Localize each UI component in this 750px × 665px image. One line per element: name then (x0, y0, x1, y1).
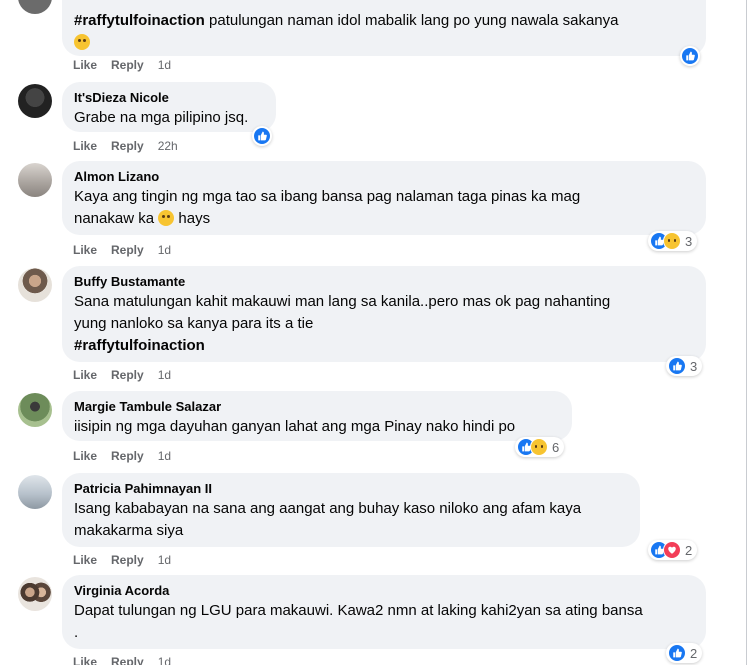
timestamp[interactable]: 1d (158, 243, 171, 257)
reply-button[interactable]: Reply (111, 655, 144, 665)
reply-button[interactable]: Reply (111, 58, 144, 72)
reaction-count: 6 (552, 439, 560, 455)
comment-bubble: Margie Tambule Salazar iisipin ng mga da… (62, 391, 572, 441)
timestamp[interactable]: 1d (158, 58, 171, 72)
reaction-count: 3 (685, 233, 693, 249)
avatar[interactable] (18, 0, 52, 14)
comment-actions: Like Reply 1d (73, 368, 185, 382)
comment-actions: Like Reply 1d (73, 449, 185, 463)
comment-text: iisipin ng mga dayuhan ganyan lahat ang … (74, 418, 516, 435)
like-button[interactable]: Like (73, 243, 97, 257)
author-name[interactable]: It'sDieza Nicole (74, 90, 264, 106)
comment-bubble: Almon Lizano Kaya ang tingin ng mga tao … (62, 161, 706, 235)
author-name[interactable]: Patricia Pahimnayan II (74, 481, 628, 497)
comment-bubble: Buffy Bustamante Sana matulungan kahit m… (62, 266, 706, 362)
like-reaction-icon (668, 644, 686, 662)
avatar[interactable] (18, 577, 52, 611)
timestamp[interactable]: 1d (158, 449, 171, 463)
timestamp[interactable]: 1d (158, 655, 171, 665)
like-button[interactable]: Like (73, 449, 97, 463)
comment-actions: Like Reply 22h (73, 139, 192, 153)
avatar[interactable] (18, 163, 52, 197)
reaction-summary[interactable]: 2 (666, 643, 703, 663)
avatar[interactable] (18, 393, 52, 427)
avatar[interactable] (18, 475, 52, 509)
comment-bubble: Virginia Acorda Dapat tulungan ng LGU pa… (62, 575, 706, 649)
comment-bubble: #raffytulfoinaction patulungan naman ido… (62, 0, 706, 56)
author-name[interactable]: Virginia Acorda (74, 583, 694, 599)
sad-reaction-icon (663, 232, 681, 250)
reaction-count: 2 (685, 542, 693, 558)
sad-emoji-icon (158, 210, 175, 226)
reaction-summary[interactable]: 3 (666, 356, 703, 376)
timestamp[interactable]: 1d (158, 553, 171, 567)
comment-text: Dapat tulungan ng LGU para makauwi. Kawa… (74, 602, 643, 641)
like-reaction-icon (253, 127, 271, 145)
reply-button[interactable]: Reply (111, 553, 144, 567)
comment-actions: Like Reply 1d (73, 655, 185, 665)
reply-button[interactable]: Reply (111, 139, 144, 153)
author-name[interactable]: Buffy Bustamante (74, 274, 694, 290)
author-name[interactable]: Almon Lizano (74, 169, 694, 185)
reaction-count: 3 (690, 358, 698, 374)
comment-bubble: Patricia Pahimnayan II Isang kababayan n… (62, 473, 640, 547)
reaction-summary[interactable]: 3 (648, 231, 698, 251)
reply-button[interactable]: Reply (111, 368, 144, 382)
reaction-summary[interactable] (252, 126, 272, 146)
comment-text: Kaya ang tingin ng mga tao sa ibang bans… (74, 188, 581, 227)
comment-text: #raffytulfoinaction patulungan naman ido… (74, 10, 694, 54)
comment-bubble: It'sDieza Nicole Grabe na mga pilipino j… (62, 82, 276, 132)
hashtag-link[interactable]: #raffytulfoinaction (74, 12, 205, 29)
reply-button[interactable]: Reply (111, 243, 144, 257)
reaction-summary[interactable]: 2 (648, 540, 698, 560)
like-button[interactable]: Like (73, 553, 97, 567)
reaction-summary[interactable] (680, 46, 700, 66)
like-reaction-icon (668, 357, 686, 375)
reaction-count: 2 (690, 645, 698, 661)
comment-text: Grabe na mga pilipino jsq. (74, 109, 249, 126)
window-edge (746, 0, 747, 665)
like-button[interactable]: Like (73, 655, 97, 665)
like-button[interactable]: Like (73, 139, 97, 153)
like-button[interactable]: Like (73, 58, 97, 72)
reaction-summary[interactable]: 6 (515, 437, 565, 457)
like-reaction-icon (681, 47, 699, 65)
hashtag-link[interactable]: #raffytulfoinaction (74, 337, 205, 354)
like-button[interactable]: Like (73, 368, 97, 382)
comment-text: Isang kababayan na sana ang aangat ang b… (74, 500, 582, 539)
timestamp[interactable]: 22h (158, 139, 178, 153)
comment-text: Sana matulungan kahit makauwi man lang s… (74, 293, 611, 354)
author-name[interactable]: Margie Tambule Salazar (74, 399, 560, 415)
timestamp[interactable]: 1d (158, 368, 171, 382)
sad-emoji-icon (74, 34, 90, 50)
comment-actions: Like Reply 1d (73, 243, 185, 257)
avatar[interactable] (18, 84, 52, 118)
comment-actions: Like Reply 1d (73, 553, 185, 567)
sad-reaction-icon (530, 438, 548, 456)
reply-button[interactable]: Reply (111, 449, 144, 463)
comment-actions: Like Reply 1d (73, 58, 185, 72)
heart-reaction-icon (663, 541, 681, 559)
avatar[interactable] (18, 268, 52, 302)
